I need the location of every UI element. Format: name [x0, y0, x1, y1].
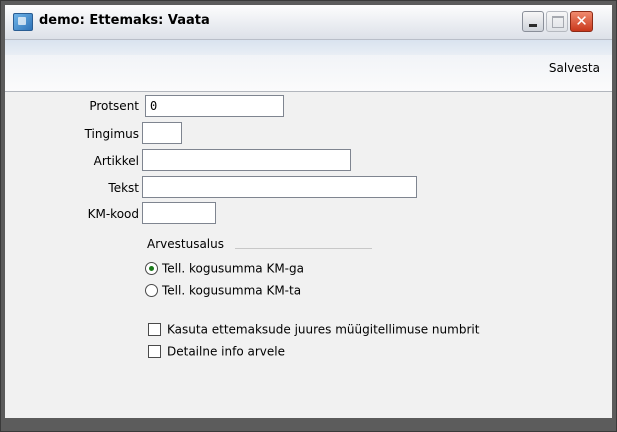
window-title: demo: Ettemaks: Vaata [39, 13, 210, 28]
checkbox-label: Detailne info arvele [167, 344, 285, 359]
field-label-protsent: Protsent [89, 99, 139, 113]
radio-selected-icon [145, 262, 158, 275]
radio-label: Tell. kogusumma KM-ga [162, 261, 304, 276]
km-kood-field[interactable] [142, 202, 216, 224]
field-label-artikkel: Artikkel [93, 154, 139, 168]
checkbox-box [148, 345, 161, 358]
artikkel-field[interactable] [142, 149, 351, 171]
field-label-tekst: Tekst [108, 181, 139, 195]
save-button[interactable]: Salvesta [549, 61, 600, 75]
radio-label: Tell. kogusumma KM-ta [162, 283, 302, 298]
checkbox-box [148, 323, 161, 336]
form-panel: Protsent 0 Tingimus Artikkel Tekst KM-ko… [5, 92, 612, 418]
group-title-arvestusalus: Arvestusalus [147, 237, 224, 251]
app-window-icon [13, 13, 33, 31]
field-label-tingimus: Tingimus [84, 127, 139, 141]
maximize-button[interactable] [546, 11, 568, 32]
tekst-field[interactable] [142, 176, 417, 198]
radio-unselected-icon [145, 284, 158, 297]
radio-km-ta[interactable]: Tell. kogusumma KM-ta [145, 283, 301, 301]
toolbar-strip [5, 40, 612, 55]
tingimus-field[interactable] [142, 122, 182, 144]
field-label-km-kood: KM-kood [87, 207, 139, 221]
close-icon: ✕ [575, 12, 588, 30]
minimize-button[interactable] [522, 11, 544, 32]
close-button[interactable]: ✕ [570, 11, 593, 32]
window: demo: Ettemaks: Vaata ✕ Salvesta Protsen… [0, 0, 617, 432]
radio-km-ga[interactable]: Tell. kogusumma KM-ga [145, 261, 304, 279]
title-bar[interactable]: demo: Ettemaks: Vaata ✕ [5, 5, 612, 40]
protsent-field[interactable]: 0 [145, 95, 284, 117]
group-divider [235, 248, 372, 249]
toolbar: Salvesta [5, 40, 612, 92]
checkbox-use-order-number[interactable]: Kasuta ettemaksude juures müügitellimuse… [148, 322, 479, 340]
checkbox-label: Kasuta ettemaksude juures müügitellimuse… [167, 322, 480, 337]
checkbox-detailed-info[interactable]: Detailne info arvele [148, 344, 285, 362]
